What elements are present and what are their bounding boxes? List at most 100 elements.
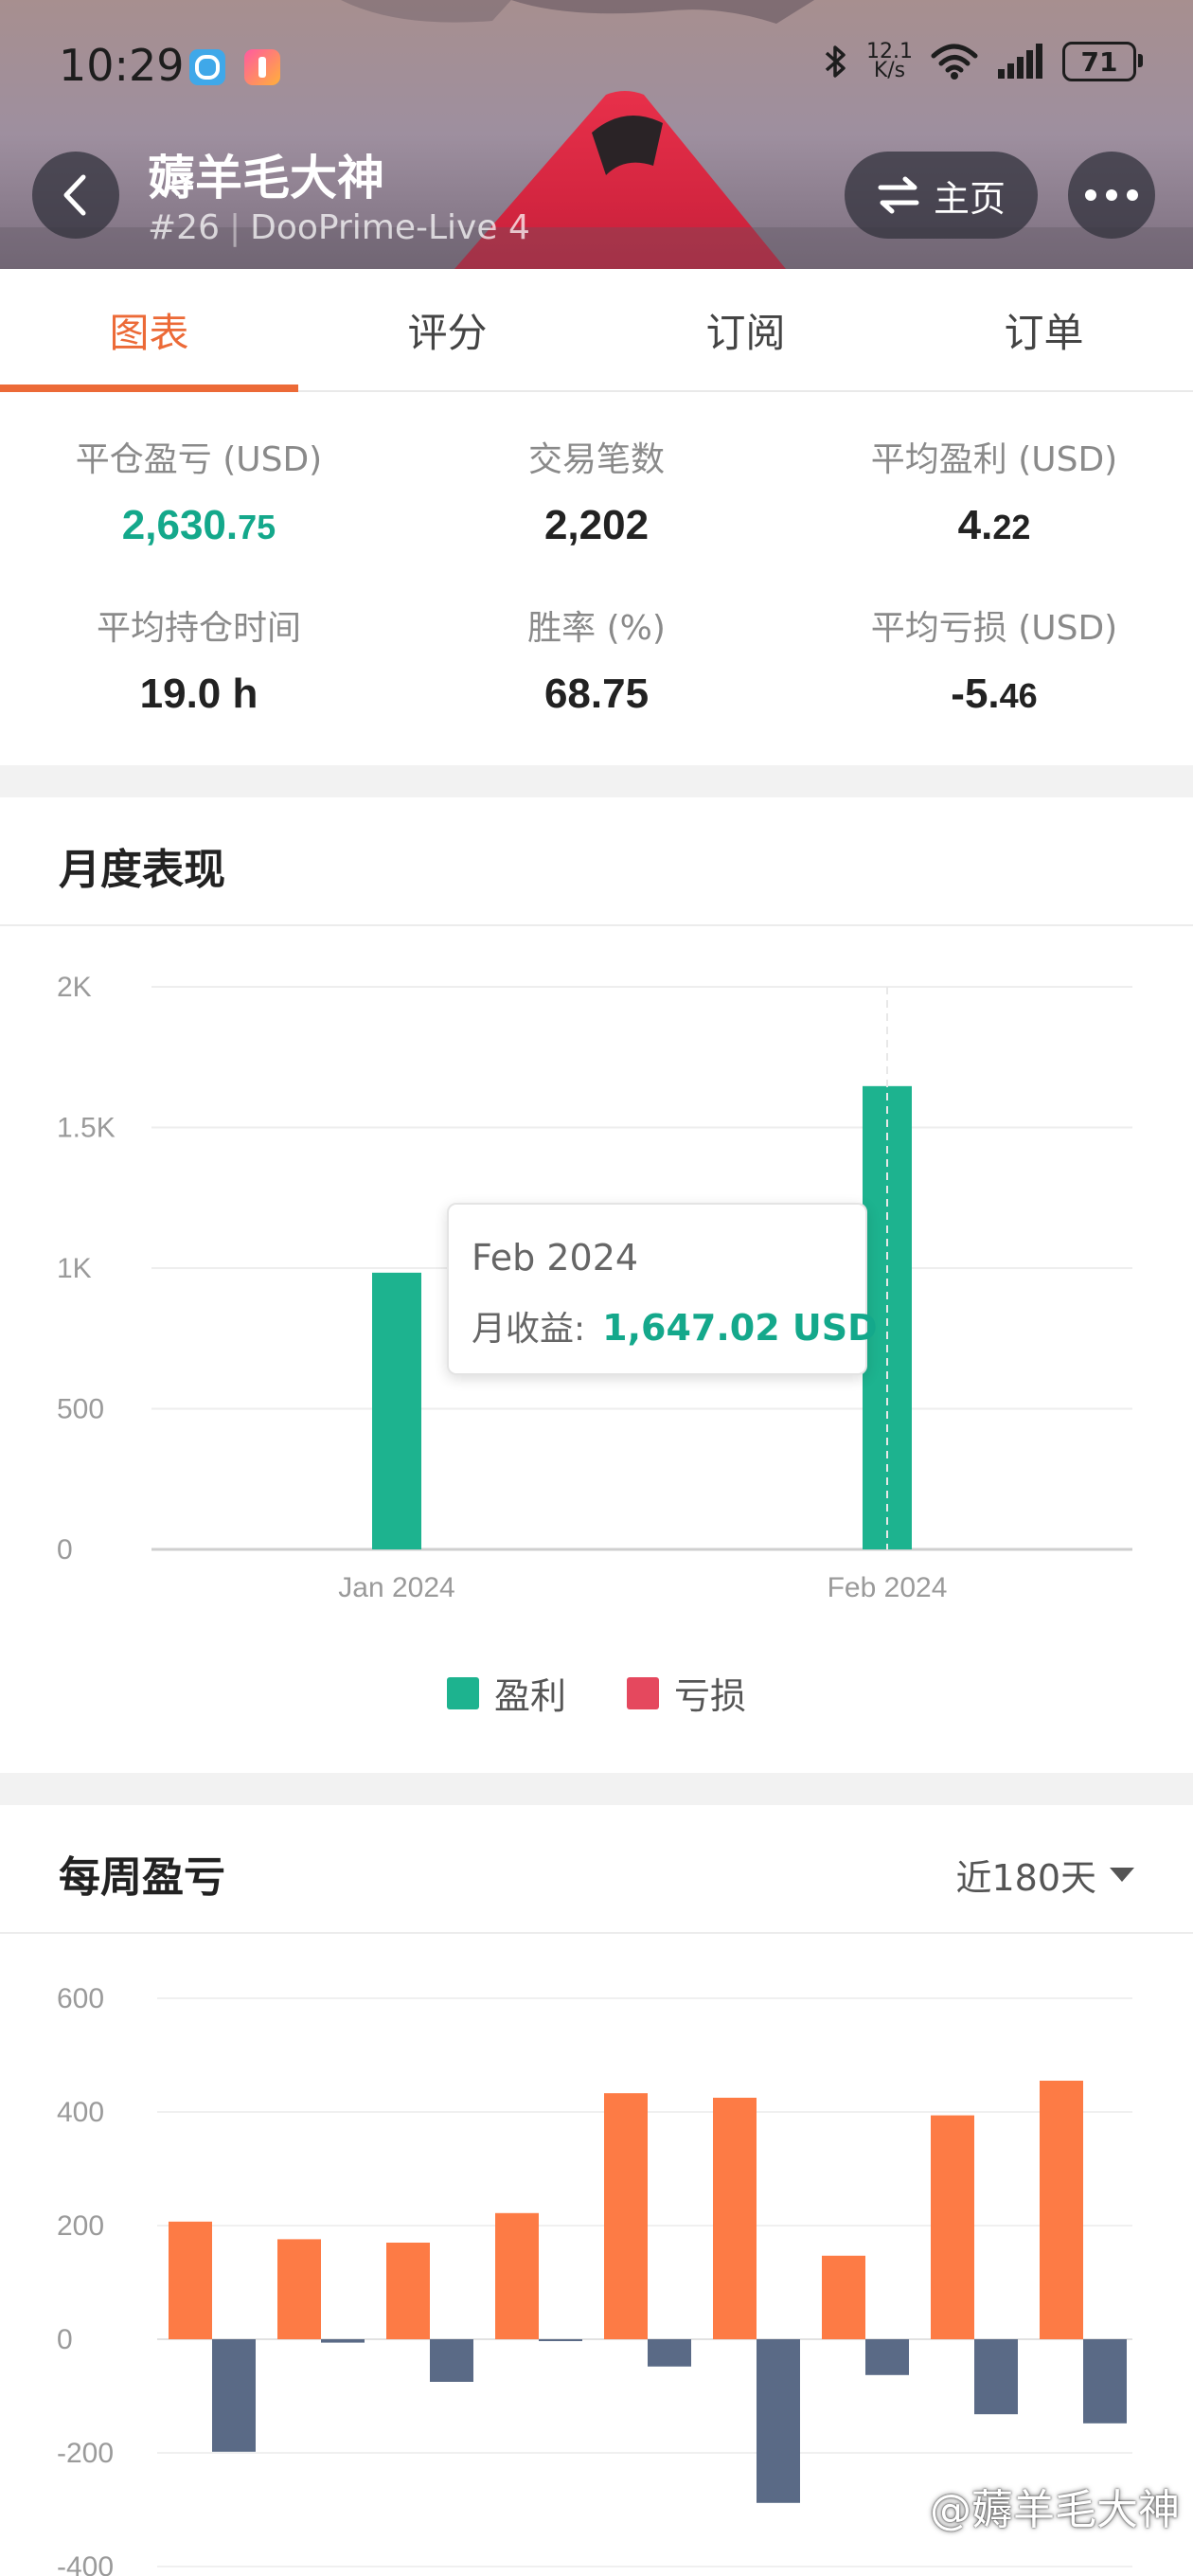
stat-value: 19.0 h [139, 671, 258, 717]
weekly-profit-bar [822, 2255, 865, 2339]
more-dots-icon [1085, 189, 1096, 201]
home-button[interactable]: 主页 [845, 152, 1038, 239]
stat-avg-loss: 平均亏损 (USD) -5.46 [795, 600, 1193, 718]
weekly-profit-bar [386, 2243, 430, 2339]
tab-bar: 图表 评分 订阅 订单 [0, 269, 1193, 392]
weekly-loss-bar [212, 2339, 256, 2452]
tab-rating[interactable]: 评分 [298, 269, 596, 390]
range-dropdown-label: 近180天 [955, 1857, 1096, 1899]
y-tick-label: 500 [57, 1394, 104, 1425]
y-tick-label: -400 [57, 2551, 114, 2576]
home-button-label: 主页 [933, 177, 1006, 220]
weekly-loss-bar [321, 2339, 365, 2343]
x-tick-label: Feb 2024 [828, 1572, 948, 1603]
stat-label: 平均亏损 (USD) [870, 609, 1118, 648]
monthly-performance-card: 月度表现 0 500 1K 1.5K 2K Jan 2024 Feb 2024 Feb 20… [0, 797, 1193, 1773]
stat-value: 2,630.75 [121, 502, 276, 548]
chart-tooltip: Feb 2024 月收益: 1,647.02 USD [447, 1203, 878, 1375]
weekly-profit-bar [277, 2239, 321, 2339]
stat-value: 2,202 [543, 502, 650, 548]
stat-value: 68.75 [543, 671, 650, 717]
weekly-profit-bar [1040, 2081, 1083, 2339]
clock: 10:29 [59, 40, 185, 91]
weekly-profit-bar [931, 2115, 974, 2339]
network-speed: 12.1 K/s [866, 42, 913, 82]
stat-label: 平仓盈亏 (USD) [75, 440, 323, 479]
account-name: 薅羊毛大神 [148, 151, 384, 206]
stat-trade-count: 交易笔数 2,202 [398, 432, 795, 549]
stat-label: 平均持仓时间 [96, 609, 301, 648]
status-bar: 10:29 12.1 K/s 71 [0, 0, 1193, 133]
x-tick-label: Jan 2024 [338, 1572, 454, 1603]
caret-down-icon [1110, 1868, 1134, 1882]
y-tick-label: 200 [57, 2210, 104, 2242]
weekly-title: 每周盈亏 [59, 1853, 225, 1902]
legend-label: 盈利 [493, 1675, 566, 1717]
switch-arrows-icon [878, 176, 919, 214]
chart-legend: 盈利 亏损 [0, 1667, 1193, 1719]
divider [0, 924, 1193, 926]
weekly-profit-bar [713, 2098, 757, 2339]
weekly-pnl-card: 每周盈亏 近180天 -400 -200 0 200 400 600 [0, 1805, 1193, 2576]
weekly-loss-bar [648, 2339, 691, 2367]
battery-icon: 71 [1062, 42, 1143, 81]
network-speed-unit: K/s [873, 59, 906, 82]
stats-panel: 平仓盈亏 (USD) 2,630.75 交易笔数 2,202 平均盈利 (USD… [0, 392, 1193, 765]
y-tick-label: 400 [57, 2097, 104, 2128]
weekly-profit-bar [604, 2093, 648, 2339]
bluetooth-icon [825, 45, 846, 78]
weekly-loss-bar [430, 2339, 473, 2382]
y-tick-label: 1K [57, 1253, 92, 1284]
y-tick-label: 0 [57, 1534, 73, 1565]
account-subtitle: #26 | DooPrime-Live 4 [148, 208, 530, 247]
monthly-title: 月度表现 [59, 846, 225, 894]
weekly-loss-bar [865, 2339, 909, 2375]
notification-app-icon [244, 49, 280, 85]
header: 10:29 12.1 K/s 71 薅羊毛大神 #26 | DooPrime-L… [0, 0, 1193, 269]
more-options-button[interactable] [1068, 152, 1155, 239]
profit-bar [372, 1272, 421, 1549]
legend-item-profit[interactable]: 盈利 [446, 1667, 566, 1719]
weekly-loss-bar [757, 2339, 800, 2503]
weekly-profit-bar [495, 2212, 539, 2339]
weekly-loss-bar [974, 2339, 1018, 2415]
watermark: @薅羊毛大神 [930, 2486, 1180, 2534]
legend-label: 亏损 [674, 1675, 747, 1717]
tooltip-value: 1,647.02 USD [602, 1307, 878, 1349]
y-tick-label: 0 [57, 2324, 73, 2355]
stat-label: 胜率 (%) [527, 609, 666, 648]
y-tick-label: 2K [57, 972, 92, 1003]
account-server: DooPrime-Live 4 [250, 208, 530, 247]
stat-win-rate: 胜率 (%) 68.75 [398, 600, 795, 718]
tooltip-label: 月收益: [472, 1310, 586, 1349]
y-tick-label: 600 [57, 1983, 104, 2014]
tooltip-title: Feb 2024 [472, 1237, 639, 1279]
legend-swatch [627, 1676, 659, 1709]
stat-value: 4.22 [957, 502, 1031, 548]
chevron-left-icon [63, 174, 86, 216]
y-tick-label: -200 [57, 2438, 114, 2469]
stat-value: -5.46 [951, 671, 1038, 717]
wifi-icon [931, 44, 978, 80]
weekly-loss-bar [539, 2339, 582, 2341]
tab-chart[interactable]: 图表 [0, 269, 298, 392]
stat-closed-pnl: 平仓盈亏 (USD) 2,630.75 [0, 432, 398, 549]
divider [0, 1932, 1193, 1934]
tab-orders[interactable]: 订单 [895, 269, 1193, 390]
status-icons: 12.1 K/s 71 [823, 42, 1143, 82]
weekly-loss-bar [1083, 2339, 1127, 2424]
y-tick-label: 1.5K [57, 1113, 116, 1144]
back-button[interactable] [32, 152, 119, 239]
cellular-signal-icon [998, 44, 1042, 79]
weekly-profit-bar [169, 2221, 212, 2339]
stat-avg-hold-time: 平均持仓时间 19.0 h [0, 600, 398, 718]
range-dropdown[interactable]: 近180天 [955, 1849, 1134, 1901]
stat-avg-profit: 平均盈利 (USD) 4.22 [795, 432, 1193, 549]
tab-subscribe[interactable]: 订阅 [596, 269, 895, 390]
legend-swatch [446, 1676, 479, 1709]
stat-label: 平均盈利 (USD) [870, 440, 1118, 479]
account-rank: #26 [148, 208, 220, 247]
legend-item-loss[interactable]: 亏损 [627, 1667, 746, 1719]
tooltip-row: 月收益: 1,647.02 USD [472, 1301, 878, 1351]
notification-app-icon [189, 49, 225, 85]
